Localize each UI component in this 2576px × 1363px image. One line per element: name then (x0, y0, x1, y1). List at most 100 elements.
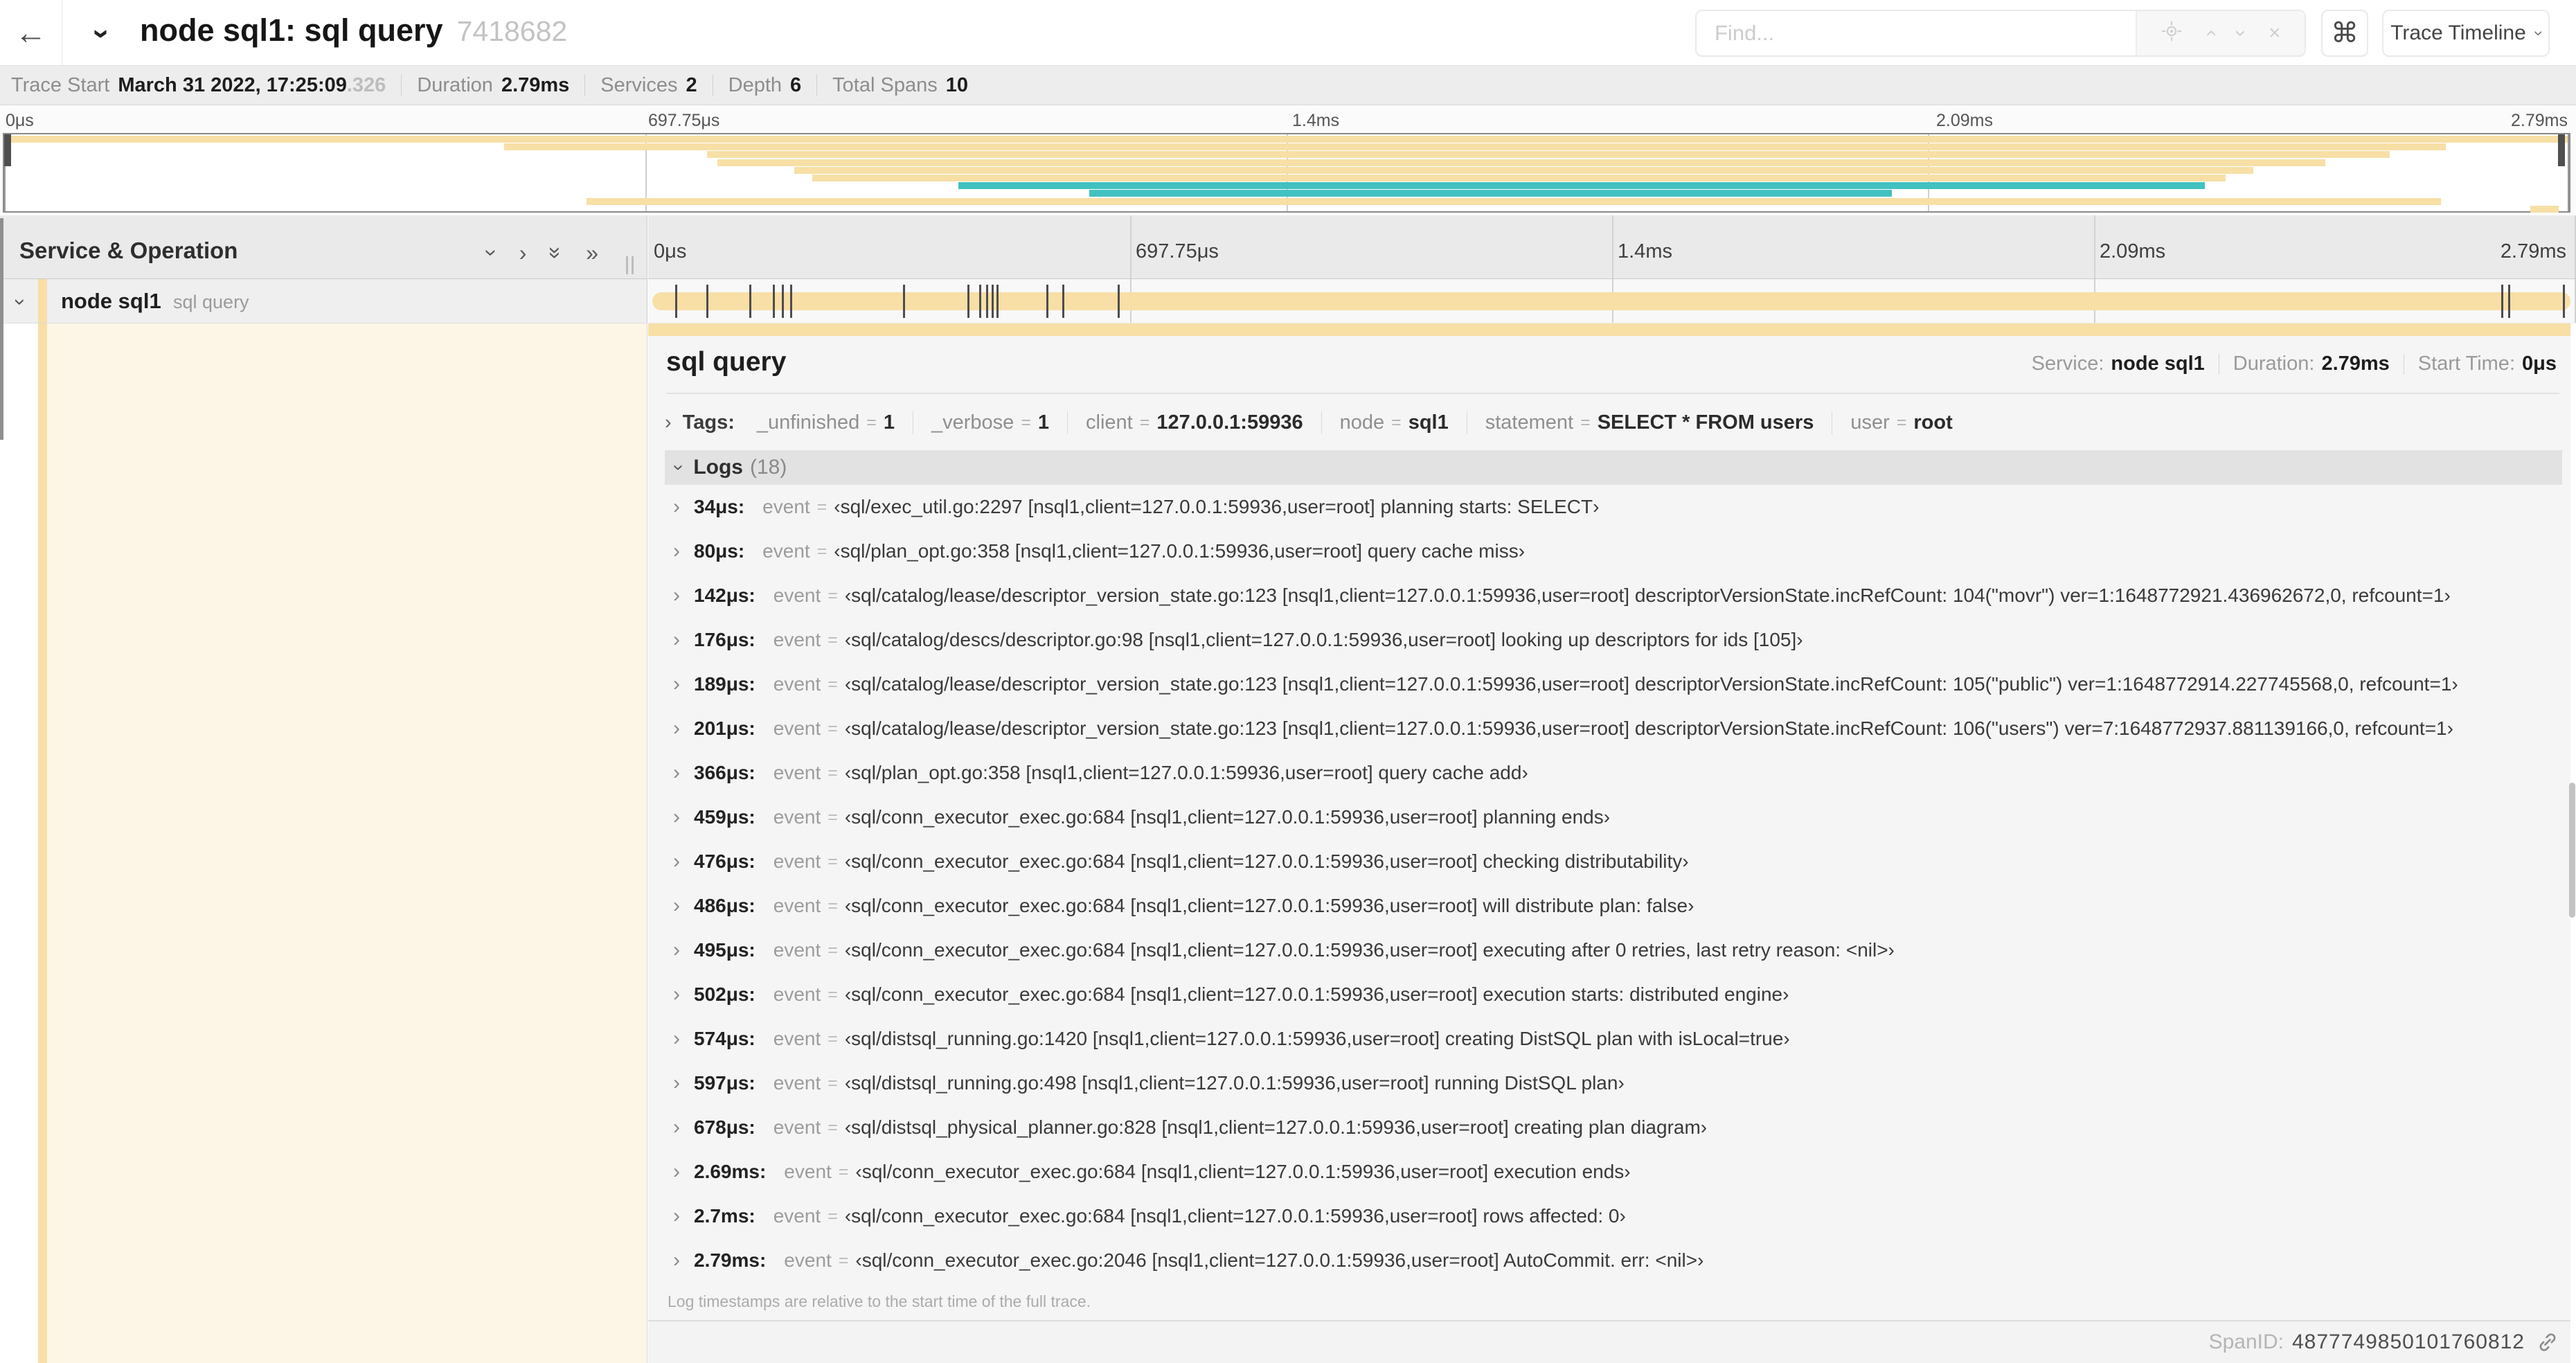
minimap-span-bar (794, 166, 2254, 174)
detail-overview: Service: node sql1 Duration: 2.79ms Star… (2032, 353, 2557, 375)
log-value: ‹sql/catalog/descs/descriptor.go:98 [nsq… (844, 629, 1803, 650)
logs-header[interactable]: › Logs (18) (665, 450, 2562, 485)
log-value: ‹sql/conn_executor_exec.go:684 [nsql1,cl… (844, 895, 1694, 916)
chevron-right-icon[interactable]: › (673, 983, 694, 1006)
chevron-right-icon[interactable]: › (673, 672, 694, 696)
chevron-right-icon[interactable]: › (673, 584, 694, 607)
next-match-icon[interactable]: › (2230, 30, 2253, 37)
right-scrollbar-thumb[interactable] (2569, 783, 2575, 918)
chevron-right-icon[interactable]: › (673, 1160, 694, 1184)
link-icon[interactable] (2536, 1330, 2559, 1354)
log-entry[interactable]: › 176μs: event = ‹sql/catalog/descs/descript… (665, 618, 2562, 662)
tags-row[interactable]: › Tags: _unfinished = 1 _verbose = 1 client = 12… (662, 402, 2559, 443)
span-row-timeline-cell[interactable] (648, 279, 2576, 323)
chevron-right-icon[interactable]: › (673, 628, 694, 652)
log-entry[interactable]: › 366μs: event = ‹sql/plan_opt.go:358 [nsql1… (665, 751, 2562, 795)
chevron-right-icon[interactable]: › (673, 850, 694, 873)
log-value: ‹sql/conn_executor_exec.go:684 [nsql1,cl… (844, 939, 1895, 961)
meta-fraction: .326 (346, 73, 386, 96)
log-entry[interactable]: › 2.69ms: event = ‹sql/conn_executor_exec.go… (665, 1150, 2562, 1194)
left-scrollbar-thumb[interactable] (0, 218, 3, 440)
clear-search-icon[interactable]: × (2269, 23, 2281, 44)
span-id-value: 4877749850101760812 (2291, 1330, 2525, 1353)
tags-label: Tags: (682, 411, 735, 434)
chevron-right-icon[interactable]: › (673, 1071, 694, 1095)
chevron-right-icon[interactable]: › (673, 717, 694, 740)
log-key: event (773, 1116, 821, 1138)
chevron-right-icon[interactable]: › (673, 1027, 694, 1051)
chevron-right-icon[interactable]: › (673, 1249, 694, 1272)
collapse-all-icon[interactable]: » (544, 247, 569, 259)
log-entry[interactable]: › 476μs: event = ‹sql/conn_executor_exec.go:… (665, 839, 2562, 884)
chevron-right-icon: › (665, 411, 672, 434)
timeline-gridline (2094, 215, 2095, 278)
trace-view-dropdown[interactable]: Trace Timeline › (2382, 10, 2550, 57)
log-entry[interactable]: › 574μs: event = ‹sql/distsql_running.go:142… (665, 1017, 2562, 1061)
log-entry[interactable]: › 189μs: event = ‹sql/catalog/lease/descript… (665, 662, 2562, 706)
log-entry[interactable]: › 142μs: event = ‹sql/catalog/lease/descript… (665, 573, 2562, 618)
locate-icon[interactable] (2161, 20, 2183, 46)
detail-header: sql query Service: node sql1 Duration: 2… (666, 347, 2559, 389)
chevron-right-icon[interactable]: › (673, 805, 694, 829)
tag-value: 1 (883, 411, 895, 434)
log-entry[interactable]: › 459μs: event = ‹sql/conn_executor_exec.go:… (665, 795, 2562, 839)
log-key: event (762, 496, 810, 517)
log-value: ‹sql/plan_opt.go:358 [nsql1,client=127.0… (844, 762, 1528, 783)
chevron-right-icon[interactable]: › (673, 495, 694, 519)
minimap-canvas[interactable] (3, 133, 2570, 213)
log-entry[interactable]: › 678μs: event = ‹sql/distsql_physical_plann… (665, 1105, 2562, 1150)
column-resizer[interactable] (623, 256, 637, 274)
collapse-one-icon[interactable]: › (479, 249, 504, 257)
chevron-right-icon[interactable]: › (673, 1204, 694, 1228)
keyboard-shortcuts-button[interactable]: ⌘ (2321, 10, 2368, 57)
equals-sign: = (828, 1073, 838, 1093)
prev-match-icon[interactable]: › (2199, 30, 2221, 37)
log-entry[interactable]: › 2.7ms: event = ‹sql/conn_executor_exec.go:… (665, 1194, 2562, 1238)
log-key: event (773, 850, 821, 872)
log-entry[interactable]: › 486μs: event = ‹sql/conn_executor_exec.go:… (665, 884, 2562, 928)
find-input[interactable] (1697, 11, 2136, 55)
tag-key: user (1850, 411, 1890, 434)
equals-sign: = (1580, 412, 1591, 432)
minimap-span-bar (504, 143, 2447, 151)
log-mark (749, 285, 751, 318)
trace-view-label: Trace Timeline (2390, 21, 2526, 44)
chevron-right-icon[interactable]: › (673, 1116, 694, 1139)
tag-value: root (1913, 411, 1953, 434)
trace-minimap[interactable]: 0μs 697.75μs 1.4ms 2.09ms 2.79ms (0, 105, 2576, 215)
back-button[interactable]: ← (0, 0, 62, 65)
chevron-down-icon[interactable]: › (84, 29, 119, 39)
log-timestamp: 574μs: (694, 1028, 755, 1049)
chevron-right-icon[interactable]: › (673, 540, 694, 563)
log-timestamp: 176μs: (694, 629, 755, 650)
log-entry[interactable]: › 597μs: event = ‹sql/distsql_running.go:498… (665, 1061, 2562, 1105)
span-row-service-cell[interactable]: › node sql1 sql query (0, 279, 647, 323)
meta-label: Trace Start (11, 73, 110, 96)
chevron-down-icon[interactable]: › (8, 299, 32, 305)
log-entry[interactable]: › 2.79ms: event = ‹sql/conn_executor_exec.go… (665, 1238, 2562, 1283)
chevron-right-icon[interactable]: › (673, 761, 694, 785)
log-entry[interactable]: › 495μs: event = ‹sql/conn_executor_exec.go:… (665, 928, 2562, 972)
equals-sign: = (1139, 412, 1150, 432)
viewport-scrubber-left[interactable] (4, 134, 11, 211)
log-entry[interactable]: › 80μs: event = ‹sql/plan_opt.go:358 [nsql1,… (665, 529, 2562, 573)
log-entry[interactable]: › 201μs: event = ‹sql/catalog/lease/descript… (665, 706, 2562, 751)
span-id-label: SpanID: (2208, 1330, 2284, 1353)
tag-item: node = sql1 (1322, 411, 1467, 434)
chevron-right-icon[interactable]: › (673, 894, 694, 918)
viewport-scrubber-right[interactable] (2558, 134, 2569, 211)
minimap-span-bar (717, 159, 2326, 166)
log-entry[interactable]: › 34μs: event = ‹sql/exec_util.go:2297 [nsql… (665, 485, 2562, 529)
expand-one-icon[interactable]: › (519, 242, 527, 264)
equals-sign: = (828, 1206, 838, 1226)
log-mark (2501, 285, 2503, 318)
chevron-right-icon[interactable]: › (673, 938, 694, 962)
timeline-tick-label: 0μs (654, 240, 687, 262)
equals-sign: = (1896, 412, 1907, 432)
span-bar-ticks (652, 285, 2570, 318)
log-entry[interactable]: › 502μs: event = ‹sql/conn_executor_exec.go:… (665, 972, 2562, 1017)
equals-sign: = (828, 630, 838, 650)
log-value: ‹sql/catalog/lease/descriptor_version_st… (844, 673, 2458, 695)
expand-all-icon[interactable]: » (586, 242, 598, 264)
span-detail-section: sql query Service: node sql1 Duration: 2… (0, 323, 2576, 1363)
